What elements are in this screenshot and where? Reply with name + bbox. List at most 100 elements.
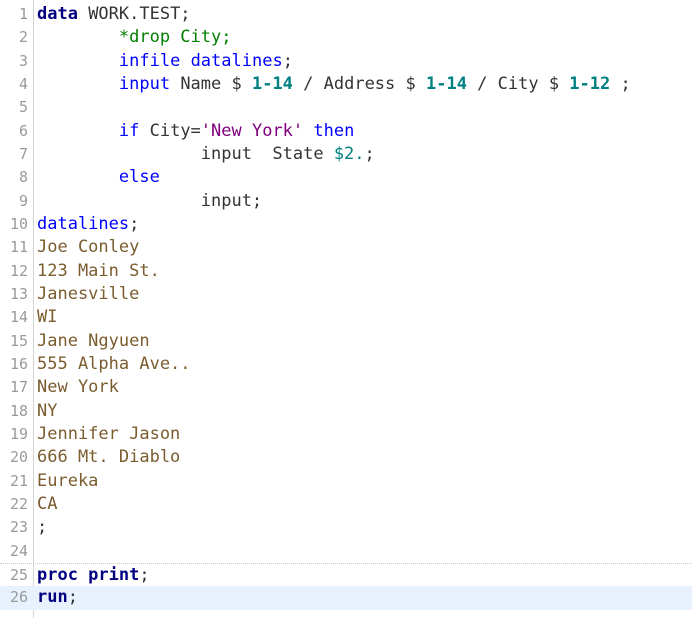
code-line[interactable]: 22 CA	[0, 493, 692, 516]
line-code: New York	[37, 376, 119, 399]
code-line[interactable]: 11 Joe Conley	[0, 236, 692, 259]
code-line[interactable]: 17 New York	[0, 376, 692, 399]
code-token: 555 Alpha Ave..	[37, 353, 191, 374]
line-code: Jennifer Jason	[37, 423, 180, 446]
code-line[interactable]: 18 NY	[0, 400, 692, 423]
code-token: ;	[610, 73, 631, 94]
line-number: 1	[18, 5, 28, 23]
line-code: Joe Conley	[37, 236, 139, 259]
line-number: 22	[9, 494, 28, 513]
line-code: 123 Main St.	[37, 260, 160, 283]
line-number: 16	[9, 354, 28, 373]
line-number: 20	[9, 448, 28, 467]
code-token: City=	[139, 120, 201, 141]
line-code: NY	[37, 400, 57, 423]
code-line[interactable]: 20 666 Mt. Diablo	[0, 446, 692, 469]
code-line[interactable]: 5	[0, 96, 692, 119]
code-line[interactable]: 21 Eureka	[0, 470, 692, 493]
code-token: proc print	[37, 564, 140, 585]
code-token: data	[37, 4, 78, 24]
code-token: else	[118, 167, 160, 188]
code-line[interactable]: 26 run;	[0, 586, 692, 610]
line-code: input State $2.;	[37, 143, 375, 166]
line-number: 21	[9, 471, 28, 490]
line-code: CA	[37, 493, 57, 516]
code-token: datalines	[37, 213, 130, 234]
line-code: else	[37, 166, 160, 189]
code-line[interactable]: 12 123 Main St.	[0, 260, 692, 283]
line-number: 4	[18, 74, 28, 93]
code-token: / Address $	[292, 73, 426, 94]
line-code: Jane Ngyuen	[37, 330, 150, 353]
line-code: WI	[37, 306, 57, 329]
code-line[interactable]: 25 proc print;	[0, 562, 692, 587]
line-number: 12	[9, 261, 28, 280]
line-number: 25	[9, 565, 28, 584]
code-token: $2.	[333, 143, 365, 164]
code-token: WORK.TEST;	[77, 4, 191, 24]
line-code: Eureka	[37, 470, 98, 493]
line-code: 555 Alpha Ave..	[37, 353, 191, 376]
code-line[interactable]: 14 WI	[0, 306, 692, 329]
line-number: 14	[9, 308, 28, 327]
code-token: run	[37, 587, 68, 608]
code-line[interactable]: 13 Janesville	[0, 283, 692, 306]
line-code: infile datalines;	[37, 50, 293, 73]
code-token: 1-12	[569, 73, 611, 94]
code-token: *drop City;	[118, 27, 232, 48]
code-token: CA	[37, 493, 58, 514]
code-token: input State	[37, 143, 334, 164]
code-line[interactable]: 15 Jane Ngyuen	[0, 330, 692, 353]
code-token: ;	[37, 517, 48, 538]
code-token: ;	[364, 143, 375, 164]
line-code: *drop City;	[37, 26, 232, 49]
line-code: input Name $ 1-14 / Address $ 1-14 / Cit…	[37, 73, 631, 96]
code-line[interactable]: 10 datalines;	[0, 213, 692, 236]
line-number: 15	[9, 331, 28, 350]
code-line[interactable]: 7 input State $2.;	[0, 143, 692, 166]
line-number: 3	[18, 51, 28, 70]
code-token: if	[118, 120, 140, 141]
code-line[interactable]: 8 else	[0, 166, 692, 189]
code-token: / City $	[466, 73, 570, 94]
code-line[interactable]: 23;	[0, 516, 692, 539]
line-number: 6	[18, 121, 28, 140]
code-line[interactable]: 16 555 Alpha Ave..	[0, 353, 692, 376]
code-token: New York	[37, 377, 119, 398]
code-token: Jane Ngyuen	[37, 330, 150, 351]
code-token: Jennifer Jason	[37, 423, 181, 444]
line-number: 19	[9, 424, 28, 443]
code-token: WI	[37, 307, 58, 328]
code-token: Janesville	[37, 283, 140, 304]
code-line[interactable]: 1 data WORK.TEST;	[0, 3, 692, 26]
line-number: 10	[9, 214, 28, 233]
code-editor[interactable]: 1 data WORK.TEST; 2 *drop City; 3 infile da…	[0, 0, 692, 618]
code-line[interactable]: 6 if City='New York' then	[0, 120, 692, 143]
line-code: 666 Mt. Diablo	[37, 446, 180, 469]
code-line[interactable]: 4 input Name $ 1-14 / Address $ 1-14 / C…	[0, 73, 692, 96]
code-line[interactable]: 2 *drop City;	[0, 26, 692, 49]
line-code: datalines;	[37, 213, 139, 236]
line-number: 17	[9, 378, 28, 397]
code-line[interactable]: 9 input;	[0, 190, 692, 213]
code-token: Joe Conley	[37, 237, 140, 258]
code-line[interactable]: 3 infile datalines;	[0, 50, 692, 73]
code-token: ;	[67, 587, 78, 608]
code-token: ;	[129, 213, 140, 234]
code-token: 666 Mt. Diablo	[37, 447, 181, 468]
line-code: proc print;	[37, 564, 150, 587]
line-code: input;	[37, 190, 262, 213]
code-line[interactable]: 19 Jennifer Jason	[0, 423, 692, 446]
line-number: 5	[18, 98, 28, 117]
code-token: Name $	[170, 73, 252, 94]
line-number: 26	[9, 588, 28, 607]
line-code: if City='New York' then	[37, 120, 354, 143]
code-line[interactable]: 24	[0, 540, 692, 563]
code-token: 123 Main St.	[37, 260, 160, 281]
line-code: data WORK.TEST;	[37, 3, 191, 26]
